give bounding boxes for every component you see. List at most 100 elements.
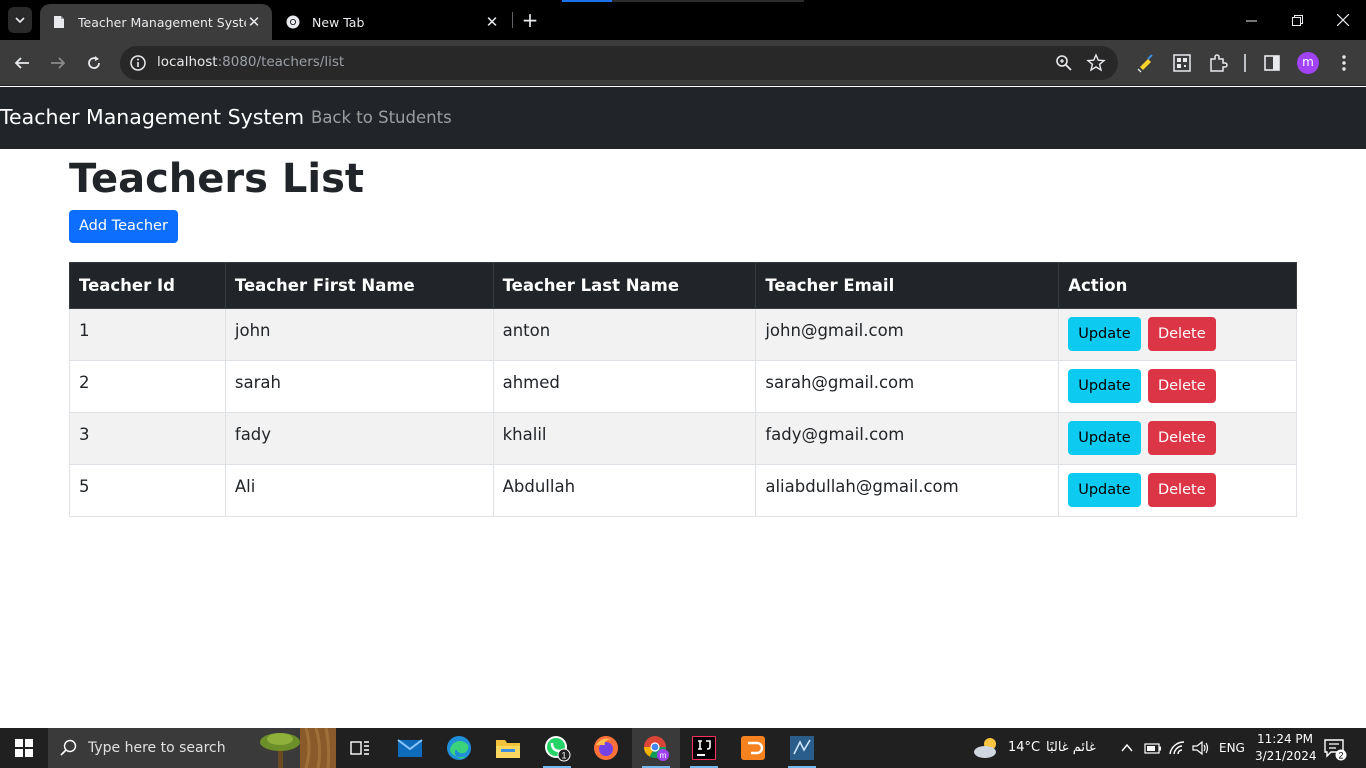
table-row: 5 Ali Abdullah aliabdullah@gmail.com Upd…: [69, 464, 1297, 517]
weather-temperature[interactable]: 14°C: [1008, 740, 1040, 755]
action-cell: Update Delete: [1058, 464, 1297, 517]
navbar-brand[interactable]: Teacher Management System: [0, 105, 304, 129]
site-navbar: Teacher Management System Back to Studen…: [0, 87, 1366, 149]
table-header-row: Teacher Id Teacher First Name Teacher La…: [69, 262, 1297, 309]
reload-button[interactable]: [80, 49, 108, 77]
firefox-app[interactable]: [582, 728, 630, 768]
teacher-email-cell: sarah@gmail.com: [755, 360, 1060, 413]
update-button[interactable]: Update: [1068, 369, 1141, 403]
chrome-icon: m: [644, 736, 669, 761]
side-panel-icon[interactable]: [1262, 53, 1282, 73]
minimize-icon: [1245, 20, 1257, 21]
delete-button[interactable]: Delete: [1147, 473, 1216, 507]
site-info-icon[interactable]: [128, 53, 148, 73]
loading-indicator: [562, 0, 804, 2]
search-placeholder: Type here to search: [88, 740, 226, 756]
chrome-app[interactable]: m: [632, 728, 680, 768]
chrome-profile-badge: m: [660, 751, 667, 760]
action-cell: Update Delete: [1058, 412, 1297, 465]
tab-divider: [512, 12, 513, 28]
action-cell: Update Delete: [1058, 308, 1297, 361]
table-row: 3 fady khalil fady@gmail.com Update Dele…: [69, 412, 1297, 465]
teacher-first-name-cell: john: [224, 308, 494, 361]
start-button[interactable]: [0, 728, 48, 768]
forward-button[interactable]: [44, 49, 72, 77]
profile-avatar[interactable]: m: [1297, 52, 1319, 74]
column-header-email: Teacher Email: [755, 262, 1060, 309]
page-title: Teachers List: [69, 156, 364, 202]
new-tab-button[interactable]: +: [520, 9, 540, 31]
notification-center-icon[interactable]: 2: [1323, 737, 1347, 761]
tab-search-button[interactable]: [8, 7, 32, 33]
folder-icon: [496, 740, 520, 758]
update-button[interactable]: Update: [1068, 317, 1141, 351]
close-icon: [1337, 14, 1349, 26]
weather-description[interactable]: غائم غالبًا: [1046, 740, 1096, 755]
address-bar[interactable]: localhost:8080/teachers/list: [120, 46, 1118, 80]
teacher-email-cell: john@gmail.com: [755, 308, 1060, 361]
restore-icon: [1291, 14, 1303, 26]
teacher-first-name-cell: fady: [224, 412, 494, 465]
whatsapp-app[interactable]: 1: [533, 728, 581, 768]
add-teacher-button[interactable]: Add Teacher: [69, 210, 178, 243]
action-cell: Update Delete: [1058, 360, 1297, 413]
clock-time[interactable]: 11:24 PM: [1257, 732, 1313, 746]
mysql-workbench-app[interactable]: [778, 728, 826, 768]
arrow-right-icon: [51, 57, 66, 69]
update-button[interactable]: Update: [1068, 421, 1141, 455]
intellij-app[interactable]: [680, 728, 728, 768]
column-header-id: Teacher Id: [69, 262, 226, 309]
edge-icon: [447, 736, 471, 760]
menu-dots-icon[interactable]: [1334, 53, 1354, 73]
search-highlight-tree-icon: [260, 728, 336, 768]
tab-teacher-management[interactable]: Teacher Management System ✕: [40, 4, 272, 40]
main-container: Teachers List Add Teacher Teacher Id Tea…: [69, 149, 1297, 517]
edge-app[interactable]: [435, 728, 483, 768]
toolbar-divider: [1244, 54, 1246, 72]
pdf-app[interactable]: [729, 728, 777, 768]
delete-button[interactable]: Delete: [1147, 317, 1216, 351]
notification-count: 2: [1338, 751, 1343, 761]
chevron-up-icon[interactable]: [1120, 741, 1134, 755]
delete-button[interactable]: Delete: [1147, 369, 1216, 403]
restore-button[interactable]: [1274, 0, 1320, 40]
language-indicator[interactable]: ENG: [1219, 741, 1245, 755]
arrow-left-icon: [14, 57, 29, 69]
search-icon: [60, 739, 77, 756]
teacher-last-name-cell: ahmed: [492, 360, 757, 413]
close-window-button[interactable]: [1320, 0, 1366, 40]
close-tab-icon[interactable]: ✕: [246, 13, 262, 31]
close-tab-icon[interactable]: ✕: [484, 13, 500, 31]
teacher-last-name-cell: anton: [492, 308, 757, 361]
broom-extension-icon[interactable]: [1136, 53, 1156, 73]
task-view-button[interactable]: [336, 728, 384, 768]
teacher-first-name-cell: sarah: [224, 360, 494, 413]
clock-date[interactable]: 3/21/2024: [1255, 749, 1317, 763]
volume-icon[interactable]: [1192, 740, 1210, 756]
battery-icon[interactable]: [1144, 740, 1162, 756]
tab-title: Teacher Management System: [78, 14, 246, 30]
wifi-icon[interactable]: [1168, 740, 1186, 756]
windows-taskbar: Type here to search 1 m 14°C غائم غالبًا…: [0, 728, 1366, 768]
qr-code-icon[interactable]: [1172, 53, 1192, 73]
web-page: Teacher Management System Back to Studen…: [0, 87, 1366, 728]
weather-cloud-icon[interactable]: [972, 736, 1002, 760]
back-button[interactable]: [8, 49, 36, 77]
chrome-icon: [286, 15, 300, 29]
mysql-workbench-icon: [790, 736, 814, 760]
zoom-icon[interactable]: [1054, 53, 1074, 73]
update-button[interactable]: Update: [1068, 473, 1141, 507]
bookmark-star-icon[interactable]: [1086, 53, 1106, 73]
minimize-button[interactable]: [1228, 0, 1274, 40]
whatsapp-badge: 1: [561, 751, 566, 761]
file-explorer-app[interactable]: [484, 728, 532, 768]
delete-button[interactable]: Delete: [1147, 421, 1216, 455]
task-view-icon: [350, 741, 369, 755]
tab-new-tab[interactable]: New Tab ✕: [278, 4, 510, 40]
back-to-students-link[interactable]: Back to Students: [311, 108, 452, 127]
url-host: localhost: [157, 54, 218, 70]
intellij-icon: [692, 736, 716, 760]
teacher-last-name-cell: Abdullah: [492, 464, 757, 517]
mail-app[interactable]: [386, 728, 434, 768]
extensions-puzzle-icon[interactable]: [1208, 53, 1228, 73]
